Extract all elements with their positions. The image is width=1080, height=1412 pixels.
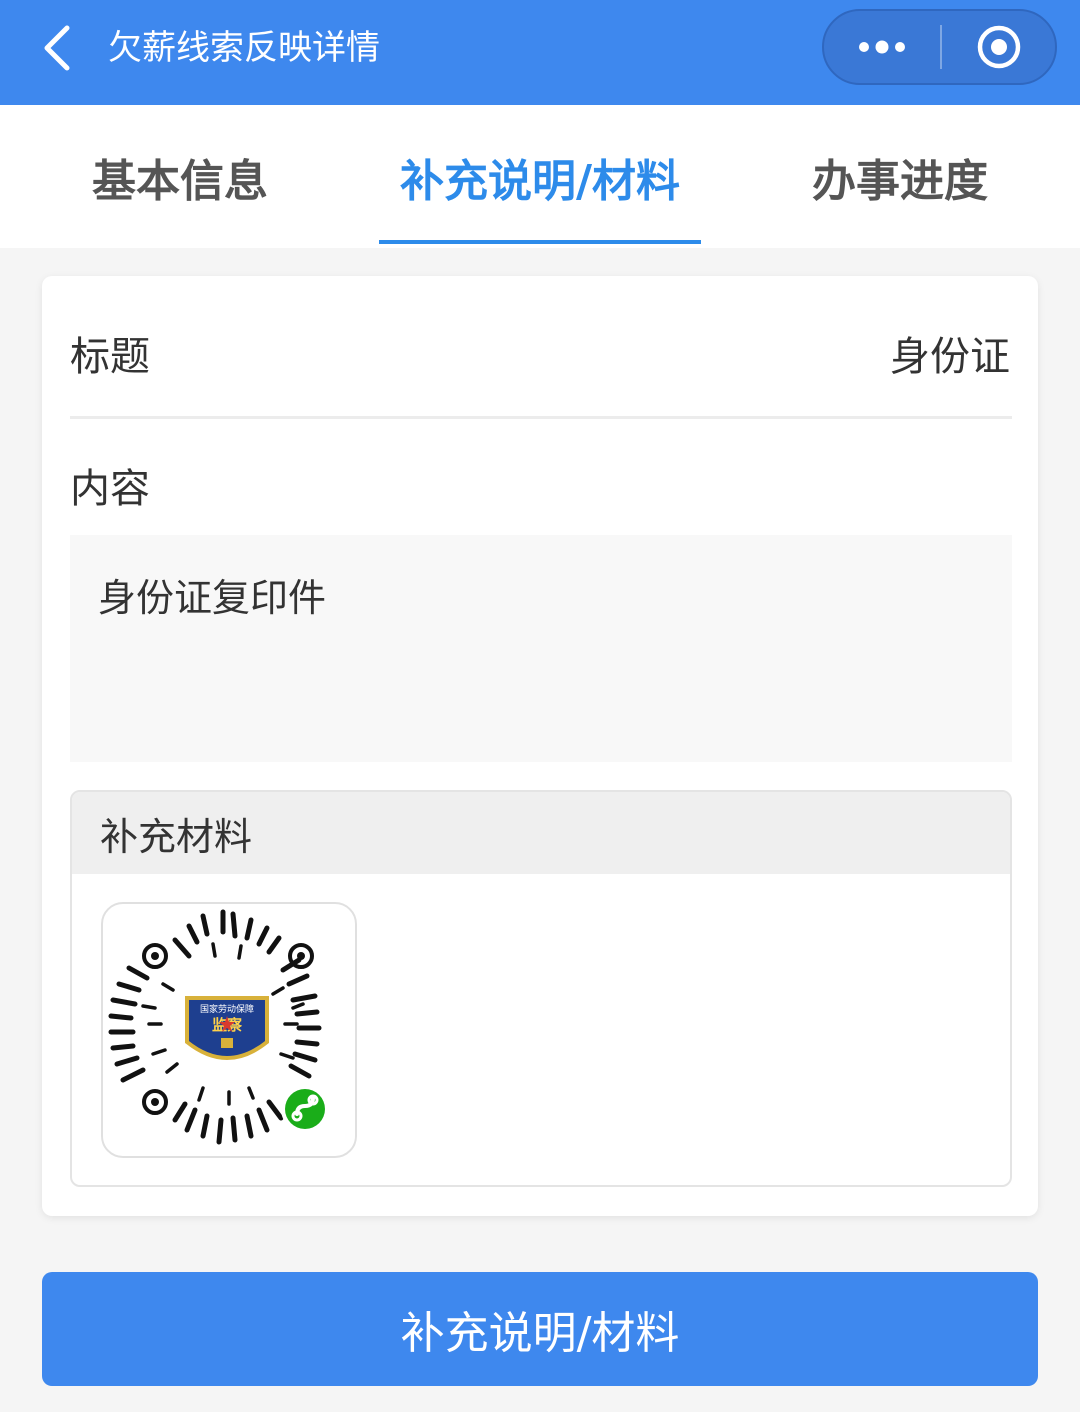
tab-progress[interactable]: 办事进度 bbox=[740, 105, 1060, 248]
material-panel: 补充材料 国家劳动保障 bbox=[70, 790, 1012, 1187]
mini-program-qr-code-image: 国家劳动保障 监察 bbox=[108, 909, 329, 1145]
page-title: 欠薪线索反映详情 bbox=[108, 28, 380, 68]
back-button[interactable] bbox=[28, 20, 84, 76]
detail-card: 标题 身份证 内容 身份证复印件 补充材料 国家劳动保障 bbox=[42, 276, 1038, 1216]
material-image-thumbnail[interactable]: 国家劳动保障 监察 bbox=[101, 902, 357, 1158]
target-circle-icon bbox=[977, 25, 1020, 69]
title-value: 身份证 bbox=[890, 334, 1010, 380]
active-tab-indicator bbox=[379, 240, 701, 244]
mini-program-capsule bbox=[822, 9, 1057, 85]
chevron-left-icon bbox=[44, 25, 70, 71]
tab-bar: 基本信息 补充说明/材料 办事进度 bbox=[0, 105, 1080, 248]
content-label: 内容 bbox=[70, 466, 150, 512]
content-box: 身份证复印件 bbox=[70, 535, 1012, 762]
navbar: 欠薪线索反映详情 bbox=[0, 0, 1080, 105]
tab-basic-info[interactable]: 基本信息 bbox=[20, 105, 340, 248]
divider bbox=[70, 416, 1012, 419]
content-value: 身份证复印件 bbox=[98, 576, 327, 620]
title-label: 标题 bbox=[70, 334, 150, 380]
close-mini-program-button[interactable] bbox=[942, 11, 1055, 83]
material-header: 补充材料 bbox=[72, 792, 1010, 874]
qr-badge-text: 国家劳动保障 bbox=[200, 1003, 254, 1015]
more-dots-icon bbox=[859, 40, 905, 54]
supplement-button[interactable]: 补充说明/材料 bbox=[42, 1272, 1038, 1386]
tab-supplement[interactable]: 补充说明/材料 bbox=[380, 105, 700, 248]
more-button[interactable] bbox=[824, 11, 940, 83]
